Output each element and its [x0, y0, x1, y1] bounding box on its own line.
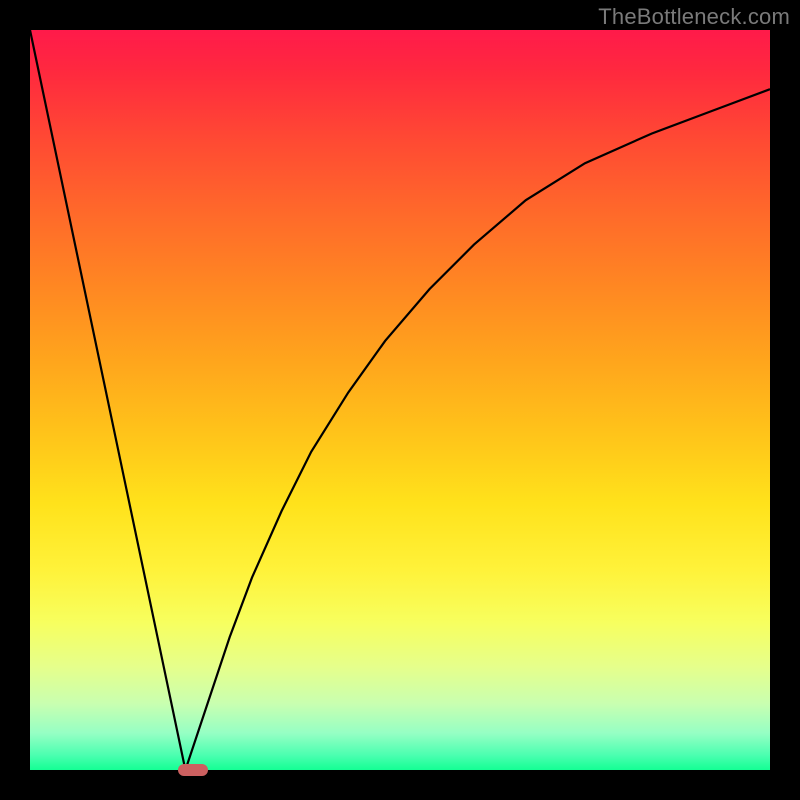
bottleneck-curve — [30, 30, 770, 770]
chart-frame: TheBottleneck.com — [0, 0, 800, 800]
optimal-marker — [178, 764, 208, 776]
watermark-text: TheBottleneck.com — [598, 4, 790, 30]
plot-area — [30, 30, 770, 770]
curve-svg — [30, 30, 770, 770]
